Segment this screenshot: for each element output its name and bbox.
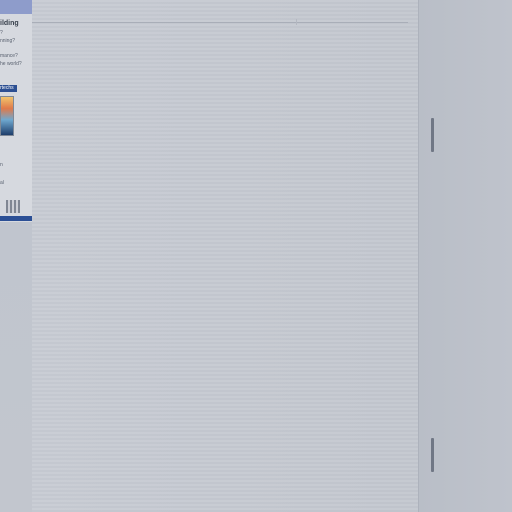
page-thumbnail[interactable]: ilding ? nning? mance? he world? rtechs … bbox=[0, 0, 32, 222]
ruler-tick bbox=[296, 19, 297, 25]
thumbnail-header-image bbox=[0, 0, 32, 14]
thumbnail-title: ilding bbox=[0, 20, 19, 27]
thumbnail-text-line: ? bbox=[0, 30, 3, 36]
resize-handle[interactable] bbox=[431, 438, 434, 472]
resize-handle[interactable] bbox=[431, 118, 434, 152]
thumbnail-text-line: n bbox=[0, 162, 3, 168]
app-window: ilding ? nning? mance? he world? rtechs … bbox=[0, 0, 512, 512]
thumbnail-footer-bar bbox=[0, 216, 32, 221]
thumbnail-text-line: nning? bbox=[0, 38, 16, 44]
side-panel bbox=[418, 0, 512, 512]
thumbnail-badge: rtechs bbox=[0, 85, 17, 92]
ruler-line bbox=[32, 22, 408, 23]
thumbnail-text-line: al bbox=[0, 180, 4, 186]
main-canvas[interactable] bbox=[32, 0, 418, 512]
thumbnail-photo bbox=[0, 96, 14, 136]
thumbnail-text-line: he world? bbox=[0, 61, 22, 67]
qr-code-icon bbox=[6, 200, 20, 213]
thumbnail-text-line: mance? bbox=[0, 53, 18, 59]
